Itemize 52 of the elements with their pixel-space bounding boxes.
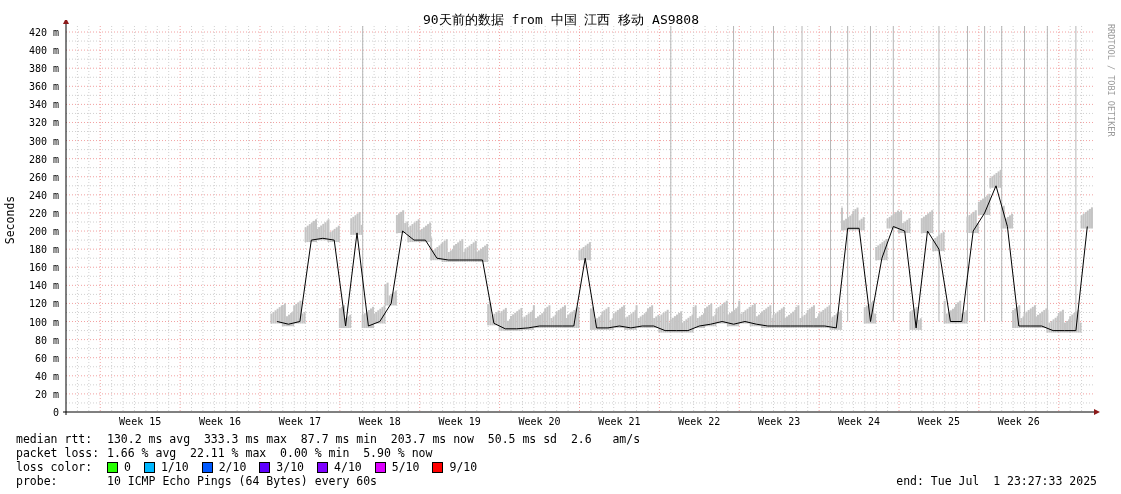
stat-values: 1.66 % avg 22.11 % max 0.00 % min 5.90 % now <box>107 446 433 460</box>
stat-values: 130.2 ms avg 333.3 ms max 87.7 ms min 203.7 ms now 50.5 ms sd 2.6 am/s <box>107 432 641 446</box>
tick-label: Week 19 <box>438 416 481 427</box>
tick-label: 120 m <box>28 298 59 310</box>
axis-label: Seconds <box>3 195 17 245</box>
tick-label: Week 21 <box>598 416 641 427</box>
tick-label: Week 16 <box>198 416 242 427</box>
tick-label: 200 m <box>28 226 59 238</box>
tick-label: 420 m <box>28 27 59 38</box>
watermark-text: RRDTOOL / TOBI OETIKER <box>1106 24 1116 137</box>
legend-label: loss color: <box>16 460 94 474</box>
tick-label: 80 m <box>34 334 59 346</box>
tick-label: 100 m <box>28 316 59 328</box>
tick-label: 0 <box>52 407 59 418</box>
tick-label: 280 m <box>28 153 59 165</box>
tick-label: 220 m <box>28 207 59 219</box>
tick-label: 20 m <box>34 388 59 400</box>
legend-item-label: 4/10 <box>334 460 362 474</box>
tick-label: Week 20 <box>518 416 561 427</box>
tick-label: 400 m <box>28 45 59 57</box>
tick-label: 340 m <box>28 99 59 111</box>
tick-label: 300 m <box>28 135 59 147</box>
tick-label: Week 18 <box>358 416 401 427</box>
tick-label: 160 m <box>28 262 59 274</box>
end-time: end: Tue Jul 1 23:27:33 2025 <box>896 474 1097 488</box>
legend-item-label: 2/10 <box>218 460 247 474</box>
tick-label: Week 26 <box>997 416 1040 427</box>
legend-item-label: 3/10 <box>276 460 305 474</box>
chart-title: 90天前的数据 from 中国 江西 移动 AS9808 <box>422 12 700 28</box>
legend-item-label: 0 <box>124 460 131 474</box>
tick-label: 240 m <box>28 189 59 201</box>
tick-label: Week 17 <box>278 416 321 427</box>
legend-item-label: 1/10 <box>160 460 189 474</box>
tick-label: Week 22 <box>678 416 721 427</box>
tick-label: 60 m <box>34 352 59 364</box>
tick-label: 260 m <box>28 171 59 183</box>
tick-label: 40 m <box>34 370 59 382</box>
tick-label: 360 m <box>28 81 59 93</box>
tick-label: 180 m <box>28 244 59 256</box>
tick-label: 140 m <box>28 280 59 292</box>
tick-label: Week 24 <box>838 416 881 427</box>
tick-label: Week 15 <box>119 416 162 427</box>
legend-item-label: 9/10 <box>449 460 478 474</box>
stat-label: packet loss: <box>16 446 101 460</box>
legend-item-label: 5/10 <box>391 460 420 474</box>
stat-label: median rtt: <box>16 432 94 446</box>
tick-label: Week 25 <box>917 416 961 427</box>
tick-label: 380 m <box>28 63 59 75</box>
tick-label: Week 23 <box>758 416 801 427</box>
probe-text: 10 ICMP Echo Pings (64 Bytes) every 60s <box>107 474 378 488</box>
probe-label: probe: <box>16 474 59 488</box>
tick-label: 320 m <box>28 117 59 129</box>
